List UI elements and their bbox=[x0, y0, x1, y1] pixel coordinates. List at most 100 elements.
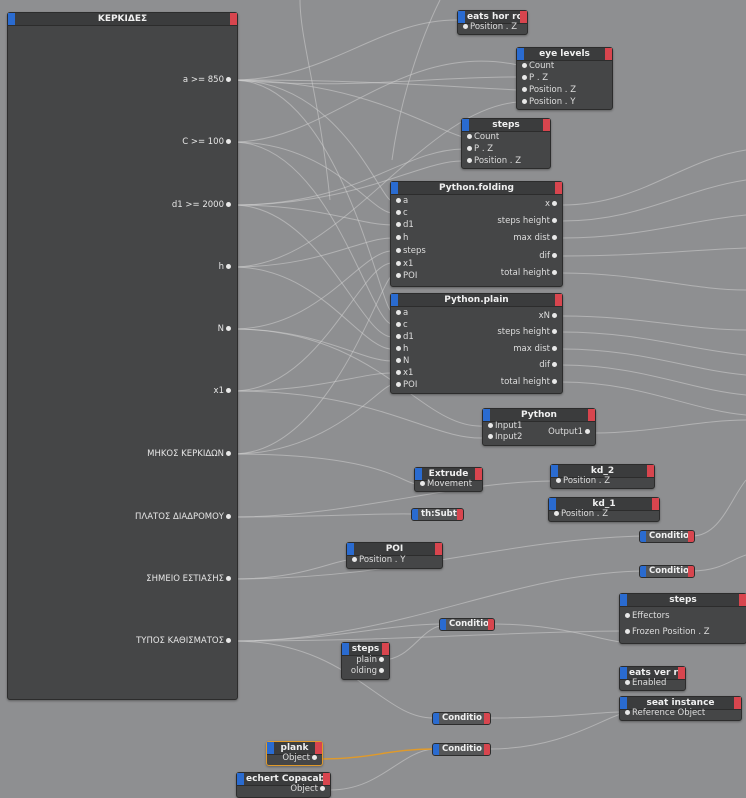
port-frozen-position-z[interactable]: Frozen Position . Z bbox=[623, 627, 710, 638]
port-dot-icon bbox=[467, 134, 472, 139]
python-folding-header[interactable]: Python.folding bbox=[391, 182, 562, 195]
port-d1[interactable]: d1 bbox=[394, 332, 414, 343]
port-out-object[interactable]: Object bbox=[282, 753, 319, 764]
wire bbox=[232, 372, 393, 392]
port-dot-icon bbox=[396, 273, 401, 278]
port-a[interactable]: a bbox=[394, 196, 408, 207]
port-dot-icon bbox=[552, 379, 557, 384]
port-steps[interactable]: steps bbox=[394, 246, 426, 257]
port-output1[interactable]: Output1 bbox=[548, 427, 592, 438]
python-folding-node[interactable]: Python.folding a c d1 h steps x1 POI x s… bbox=[390, 181, 563, 287]
port-c[interactable]: c bbox=[394, 208, 408, 219]
port-out-total-height[interactable]: total height bbox=[501, 377, 559, 388]
port-out-xn[interactable]: xN bbox=[539, 311, 559, 322]
port-dot-icon bbox=[379, 668, 384, 673]
port-c[interactable]: c bbox=[394, 320, 408, 331]
python-plain-node[interactable]: Python.plain a c d1 h N x1 POI xN steps … bbox=[390, 293, 563, 394]
port-a[interactable]: a bbox=[394, 308, 408, 319]
port-count[interactable]: Count bbox=[520, 61, 554, 72]
port-input2[interactable]: Input2 bbox=[486, 432, 522, 443]
port-h[interactable]: h bbox=[394, 233, 408, 244]
port-c[interactable]: C >= 100 bbox=[182, 137, 233, 147]
port-position-z[interactable]: Position . Z bbox=[554, 476, 610, 487]
port-dot-icon bbox=[554, 511, 559, 516]
port-position-y[interactable]: Position . Y bbox=[520, 97, 575, 108]
port-x1[interactable]: x1 bbox=[394, 368, 413, 379]
eye-levels-header[interactable]: eye levels bbox=[517, 48, 612, 61]
port-dot-icon bbox=[226, 514, 231, 519]
poi-node[interactable]: POI Position . Y bbox=[346, 542, 443, 569]
port-mikos[interactable]: ΜΗΚΟΣ ΚΕΡΚΙΔΩΝ bbox=[147, 449, 233, 459]
port-position-y[interactable]: Position . Y bbox=[350, 555, 405, 566]
port-a[interactable]: a >= 850 bbox=[183, 75, 233, 85]
kd2-node[interactable]: kd_2 Position . Z bbox=[550, 464, 655, 489]
port-dot-icon bbox=[488, 434, 493, 439]
port-x1[interactable]: x1 bbox=[394, 259, 413, 270]
port-out-x[interactable]: x bbox=[545, 199, 559, 210]
copacabana-node[interactable]: echert Copacabar Object bbox=[236, 772, 331, 798]
port-out-dif[interactable]: dif bbox=[539, 360, 559, 371]
port-d1[interactable]: d1 >= 2000 bbox=[172, 200, 233, 210]
port-dot-icon bbox=[467, 146, 472, 151]
port-input1[interactable]: Input1 bbox=[486, 421, 522, 432]
port-position-z[interactable]: Position . Z bbox=[552, 509, 608, 520]
port-poi[interactable]: POI bbox=[394, 271, 417, 282]
condition-node[interactable]: Conditio bbox=[432, 712, 491, 725]
port-d1[interactable]: d1 bbox=[394, 220, 414, 231]
extrude-node[interactable]: Extrude Movement bbox=[414, 467, 483, 492]
port-out-dif[interactable]: dif bbox=[539, 251, 559, 262]
port-count[interactable]: Count bbox=[465, 132, 499, 143]
port-x1[interactable]: x1 bbox=[214, 386, 233, 396]
condition-node[interactable]: Conditio bbox=[439, 618, 495, 631]
kd1-node[interactable]: kd_1 Position . Z bbox=[548, 497, 660, 522]
port-platos[interactable]: ΠΛΑΤΟΣ ΔΙΑΔΡΟΜΟΥ bbox=[135, 512, 233, 522]
port-dot-icon bbox=[226, 326, 231, 331]
port-position-z[interactable]: Position . Z bbox=[461, 22, 517, 33]
port-out-max-dist[interactable]: max dist bbox=[513, 344, 559, 355]
wire bbox=[232, 79, 393, 202]
math-subtract-node[interactable]: th:Subtr bbox=[411, 508, 464, 521]
port-position-z[interactable]: Position . Z bbox=[520, 85, 576, 96]
port-n[interactable]: N bbox=[394, 356, 409, 367]
port-simeio[interactable]: ΣΗΜΕΙΟ ΕΣΤΙΑΣΗΣ bbox=[146, 574, 233, 584]
port-dot-icon bbox=[396, 370, 401, 375]
seat-instance-node[interactable]: seat instance Reference Object bbox=[619, 696, 742, 721]
condition-node[interactable]: Conditio bbox=[639, 530, 695, 543]
port-h[interactable]: h bbox=[394, 344, 408, 355]
port-p-z[interactable]: P . Z bbox=[465, 144, 493, 155]
port-out-folding[interactable]: olding bbox=[351, 666, 386, 677]
port-effectors[interactable]: Effectors bbox=[623, 611, 670, 622]
condition-node[interactable]: Conditio bbox=[639, 565, 695, 578]
port-enabled[interactable]: Enabled bbox=[623, 678, 666, 689]
kerkides-header[interactable]: ΚΕΡΚΙΔΕΣ bbox=[8, 13, 237, 26]
port-poi[interactable]: POI bbox=[394, 380, 417, 391]
seats-ver-node[interactable]: eats ver rov Enabled bbox=[619, 666, 686, 691]
port-n[interactable]: N bbox=[218, 324, 233, 334]
port-reference-object[interactable]: Reference Object bbox=[623, 708, 705, 719]
port-out-plain[interactable]: plain bbox=[356, 655, 386, 666]
port-dot-icon bbox=[552, 235, 557, 240]
steps-effectors-node[interactable]: steps Effectors Frozen Position . Z bbox=[619, 593, 746, 644]
port-out-steps-height[interactable]: steps height bbox=[497, 327, 559, 338]
condition-node[interactable]: Conditio bbox=[432, 743, 491, 756]
port-out-total-height[interactable]: total height bbox=[501, 268, 559, 279]
port-typos[interactable]: ΤΥΠΟΣ ΚΑΘΙΣΜΑΤΟΣ bbox=[136, 636, 233, 646]
python-node[interactable]: Python Input1 Input2 Output1 bbox=[482, 408, 596, 446]
seats-hor-node[interactable]: eats hor rov Position . Z bbox=[457, 10, 528, 35]
wire bbox=[232, 141, 393, 325]
steps-top-header[interactable]: steps bbox=[462, 119, 550, 132]
steps-effectors-header[interactable]: steps bbox=[620, 594, 746, 607]
port-h[interactable]: h bbox=[219, 262, 233, 272]
kerkides-node[interactable]: ΚΕΡΚΙΔΕΣ a >= 850 C >= 100 d1 >= 2000 h … bbox=[7, 12, 238, 700]
plank-node[interactable]: plank Object bbox=[266, 741, 323, 766]
port-out-steps-height[interactable]: steps height bbox=[497, 216, 559, 227]
port-p-z[interactable]: P . Z bbox=[520, 73, 548, 84]
port-movement[interactable]: Movement bbox=[418, 479, 472, 490]
port-out-max-dist[interactable]: max dist bbox=[513, 233, 559, 244]
eye-levels-node[interactable]: eye levels Count P . Z Position . Z Posi… bbox=[516, 47, 613, 110]
port-position-z[interactable]: Position . Z bbox=[465, 156, 521, 167]
python-plain-header[interactable]: Python.plain bbox=[391, 294, 562, 307]
port-out-object[interactable]: Object bbox=[290, 784, 327, 795]
steps-small-node[interactable]: steps plain olding bbox=[341, 642, 390, 680]
steps-top-node[interactable]: steps Count P . Z Position . Z bbox=[461, 118, 551, 169]
